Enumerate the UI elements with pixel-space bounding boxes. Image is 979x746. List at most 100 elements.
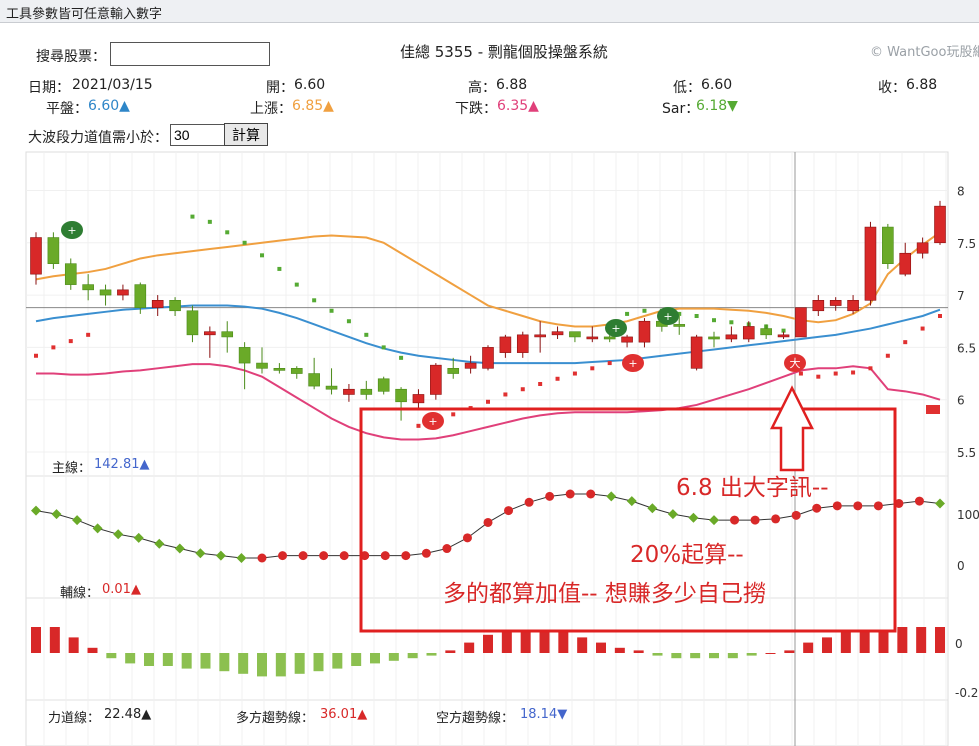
candle-body xyxy=(690,336,703,369)
aux-bar xyxy=(181,653,192,669)
candle-body xyxy=(864,226,877,301)
sar-dot xyxy=(572,371,577,376)
main-line-point xyxy=(483,517,493,527)
candle-body xyxy=(204,331,216,336)
candle-body xyxy=(256,362,268,369)
main-line-point xyxy=(791,510,801,520)
candle-body xyxy=(30,237,42,275)
main-line-point xyxy=(92,523,103,534)
candle-body xyxy=(551,331,564,336)
price-tick-label: 6 xyxy=(957,394,965,408)
main-line-point xyxy=(524,497,534,507)
sar-dot xyxy=(607,361,612,366)
candle-body xyxy=(516,334,529,353)
aux-bar xyxy=(859,632,870,653)
main-line-point xyxy=(935,498,945,509)
sar-dot xyxy=(538,382,543,386)
candle-body xyxy=(586,336,599,340)
sar-dot xyxy=(312,298,317,303)
aux-bar xyxy=(219,653,230,672)
candle-body xyxy=(186,310,199,336)
sar-dot xyxy=(86,332,91,337)
price-tick-label: 7.5 xyxy=(957,237,976,251)
force-line-label: 力道線： xyxy=(48,711,101,726)
big-signal-marker-glyph: 大 xyxy=(790,356,801,370)
sar-dot xyxy=(555,376,560,381)
candle-body xyxy=(82,284,94,291)
aux-bar xyxy=(897,627,908,653)
main-line-panel: 100 0 xyxy=(31,489,979,573)
bull-trend-value: 36.01▲ xyxy=(320,707,368,722)
main-line-point xyxy=(72,515,83,526)
main-line-point xyxy=(853,501,863,511)
sar-dot xyxy=(277,266,282,271)
candle-body xyxy=(117,289,129,296)
candle-body xyxy=(343,388,355,395)
candle-body xyxy=(151,300,164,308)
aux-line-value: 0.01▲ xyxy=(102,582,141,597)
aux-bar xyxy=(162,653,173,666)
sar-dot xyxy=(416,423,421,428)
candle-body xyxy=(99,289,112,296)
aux-bar xyxy=(238,653,249,674)
sar-dot xyxy=(503,392,508,397)
aux-bar xyxy=(144,653,154,666)
bear-trend-value: 18.14▼ xyxy=(520,707,568,722)
aux-tick-label: 0 xyxy=(955,637,963,651)
aux-bar xyxy=(520,629,531,653)
aux-bar xyxy=(803,642,814,653)
up-arrow-annotation xyxy=(769,385,815,472)
main-line-point xyxy=(51,509,62,520)
main-line-point xyxy=(401,551,411,561)
candle-body xyxy=(708,336,720,340)
main-line-point xyxy=(873,501,883,511)
sar-dot xyxy=(851,370,856,375)
sar-dot xyxy=(242,240,247,245)
sar-dot xyxy=(260,253,264,258)
aux-bar xyxy=(351,653,362,666)
sar-dot xyxy=(207,219,212,224)
candle-body xyxy=(882,226,894,264)
aux-bar xyxy=(87,647,98,653)
sell-signal-marker-glyph: + xyxy=(428,415,437,428)
candle-body xyxy=(777,334,790,338)
candle-body xyxy=(534,334,546,338)
aux-bar xyxy=(313,653,324,672)
sar-dot xyxy=(816,374,821,379)
main-line-point xyxy=(462,533,472,543)
aux-bar xyxy=(577,637,588,653)
aux-bar xyxy=(671,653,682,659)
sar-dot xyxy=(451,412,456,417)
aux-bar xyxy=(200,653,211,669)
main-line-point xyxy=(565,489,575,499)
candle-body xyxy=(273,368,286,371)
aux-bar xyxy=(106,653,117,659)
candle-body xyxy=(760,328,772,336)
main-line-point xyxy=(606,491,617,502)
main-line-point xyxy=(380,551,390,561)
sar-dot xyxy=(729,320,734,325)
buy-signal-marker-glyph: + xyxy=(67,224,76,237)
candle-body xyxy=(673,324,686,327)
aux-bar xyxy=(294,653,305,674)
candle-body xyxy=(412,394,425,404)
sar-dot xyxy=(520,387,525,392)
aux-bar xyxy=(426,653,437,656)
candle-body xyxy=(221,331,234,338)
aux-bar xyxy=(840,632,851,653)
candle-body xyxy=(934,205,946,244)
aux-bar xyxy=(935,627,945,653)
main-line-point xyxy=(750,515,760,525)
candle-body xyxy=(238,347,251,364)
candle-body xyxy=(795,307,807,338)
main-line-point xyxy=(31,505,41,516)
candle-body xyxy=(638,320,651,343)
sar-dot xyxy=(381,345,386,350)
chart-canvas: 8 7.5 7 6.5 6 5.5 + + + + + 大 100 0 0 -0.2 xyxy=(25,151,979,746)
bear-trend-label: 空方趨勢線： xyxy=(436,711,515,726)
sar-dot xyxy=(590,366,595,371)
aux-bar xyxy=(558,632,569,653)
main-line-point xyxy=(626,496,637,507)
sar-dot xyxy=(225,230,230,235)
candle-body xyxy=(430,364,442,395)
